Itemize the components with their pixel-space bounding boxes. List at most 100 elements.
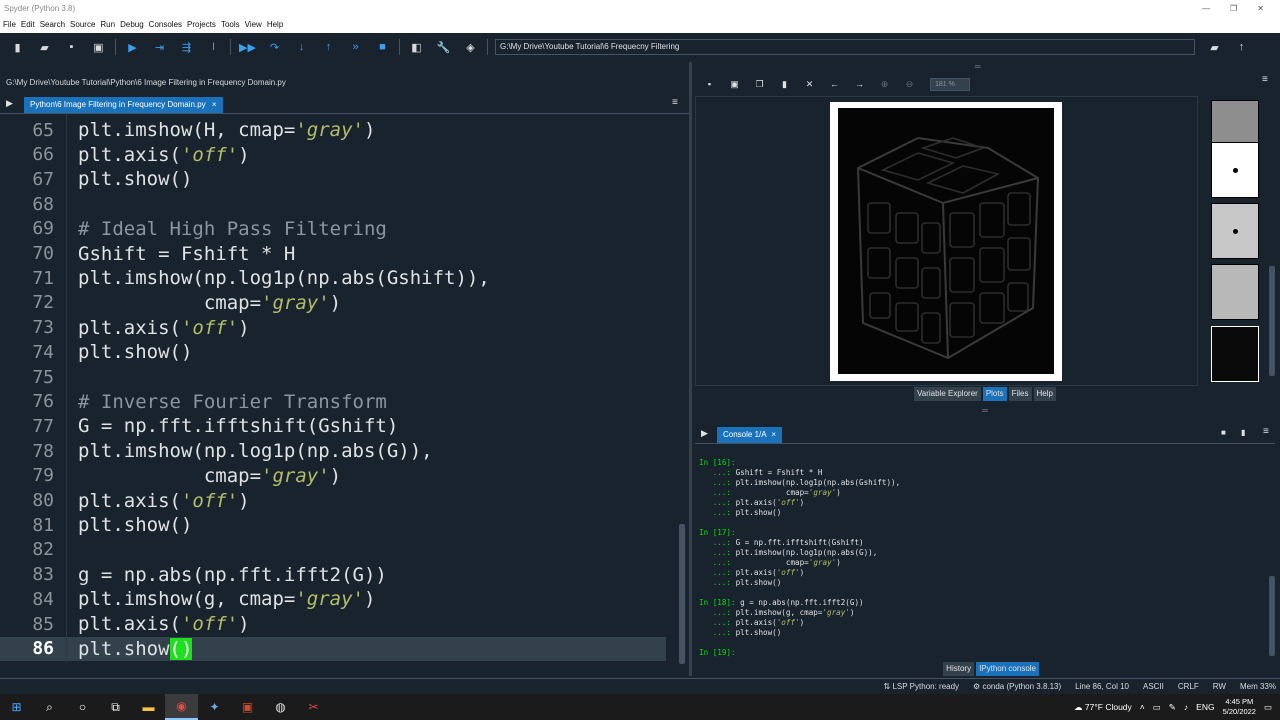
menu-debug[interactable]: Debug xyxy=(120,20,144,29)
remove-all-plots-icon[interactable]: ✕ xyxy=(797,75,822,93)
run-cell-icon[interactable]: ⇥ xyxy=(146,36,173,58)
parent-directory-icon[interactable]: ↑ xyxy=(1228,36,1255,58)
next-plot-icon[interactable]: → xyxy=(847,75,872,93)
thumbnail-4[interactable] xyxy=(1211,264,1259,320)
network-icon[interactable]: ▭ xyxy=(1153,702,1161,713)
menu-source[interactable]: Source xyxy=(70,20,95,29)
dock-handle[interactable]: ═ xyxy=(975,62,981,71)
step-into-icon[interactable]: ↓ xyxy=(288,36,315,58)
save-plot-icon[interactable]: ▪ xyxy=(697,75,722,93)
console-menu-icon[interactable]: ▮ xyxy=(1241,428,1245,437)
new-file-icon[interactable]: ▮ xyxy=(4,36,31,58)
powerpoint-icon[interactable]: ▣ xyxy=(231,694,264,720)
open-folder-icon[interactable]: ▰ xyxy=(31,36,58,58)
console-prompt: In [18]: xyxy=(699,598,736,607)
zoom-out-icon[interactable]: ⊖ xyxy=(897,75,922,93)
chrome-icon[interactable]: ◉ xyxy=(165,694,198,720)
thumbnail-2[interactable] xyxy=(1211,142,1259,198)
thumbnail-3[interactable] xyxy=(1211,203,1259,259)
menu-search[interactable]: Search xyxy=(40,20,65,29)
zoom-in-icon[interactable]: ⊕ xyxy=(872,75,897,93)
ipython-console[interactable]: In [16]: ...: Gshift = Fshift * H ...: p… xyxy=(695,448,1265,658)
scrollbar-thumb[interactable] xyxy=(679,524,685,664)
weather-widget[interactable]: ☁ 77°F Cloudy xyxy=(1074,702,1132,713)
run-icon[interactable]: ▶ xyxy=(119,36,146,58)
menu-edit[interactable]: Edit xyxy=(21,20,35,29)
code-token: G = np.fft.ifftshift(Gshift) xyxy=(78,415,399,438)
console-tab[interactable]: Console 1/A × xyxy=(717,427,783,443)
editor-file-path: G:\My Drive\Youtube Tutorial\Python\6 Im… xyxy=(6,78,286,87)
menu-help[interactable]: Help xyxy=(267,20,283,29)
menu-projects[interactable]: Projects xyxy=(187,20,216,29)
pane-splitter[interactable] xyxy=(689,62,692,676)
menu-run[interactable]: Run xyxy=(100,20,115,29)
clock[interactable]: 4:45 PM 5/20/2022 xyxy=(1223,697,1256,717)
cortana-icon[interactable]: ○ xyxy=(66,694,99,720)
preferences-icon[interactable]: 🔧 xyxy=(430,36,457,58)
editor-options-icon[interactable]: ≡ xyxy=(672,97,678,108)
code-token: # Ideal High Pass Filtering xyxy=(78,217,387,240)
notifications-icon[interactable]: ▭ xyxy=(1264,702,1272,713)
file-explorer-icon[interactable]: ▬ xyxy=(132,694,165,720)
code-token: plt.imshow(np.log1p(np.abs(Gshift)), xyxy=(78,267,490,290)
chevron-up-icon[interactable]: ˄ xyxy=(1140,702,1145,712)
close-console-icon[interactable]: × xyxy=(771,430,776,439)
start-icon[interactable]: ⊞ xyxy=(0,694,33,720)
copy-plot-icon[interactable]: ❐ xyxy=(747,75,772,93)
menu-consoles[interactable]: Consoles xyxy=(149,20,182,29)
python-path-icon[interactable]: ◈ xyxy=(457,36,484,58)
spyder-icon[interactable]: ✦ xyxy=(198,694,231,720)
step-return-icon[interactable]: ↑ xyxy=(315,36,342,58)
restore-button[interactable]: ❐ xyxy=(1230,4,1237,13)
run-cell-advance-icon[interactable]: ⇶ xyxy=(173,36,200,58)
thumbnail-scrollbar[interactable] xyxy=(1268,96,1276,386)
menu-file[interactable]: File xyxy=(3,20,16,29)
tab-ipython-console[interactable]: IPython console xyxy=(976,662,1039,676)
maximize-pane-icon[interactable]: ◧ xyxy=(403,36,430,58)
previous-plot-icon[interactable]: ← xyxy=(822,75,847,93)
scrollbar-thumb[interactable] xyxy=(1269,266,1275,376)
console-line: ...: plt.show() xyxy=(699,508,782,518)
remove-plot-icon[interactable]: ▮ xyxy=(772,75,797,93)
debug-icon[interactable]: ▶▶ xyxy=(234,36,261,58)
tab-help[interactable]: Help xyxy=(1033,387,1056,401)
console-options-icon[interactable]: ≡ xyxy=(1263,426,1269,437)
menu-view[interactable]: View xyxy=(245,20,262,29)
browse-console-tabs-icon[interactable]: ▶ xyxy=(701,428,708,439)
tab-plots[interactable]: Plots xyxy=(982,387,1007,401)
menu-tools[interactable]: Tools xyxy=(221,20,240,29)
tab-history[interactable]: History xyxy=(943,662,975,676)
volume-icon[interactable]: ♪ xyxy=(1184,702,1188,712)
tab-variable-explorer[interactable]: Variable Explorer xyxy=(914,387,981,401)
save-icon[interactable]: ▪ xyxy=(58,36,85,58)
step-over-icon[interactable]: ↷ xyxy=(261,36,288,58)
working-directory-input[interactable]: G:\My Drive\Youtube Tutorial\6 Frequecny… xyxy=(495,39,1195,55)
language-indicator[interactable]: ENG xyxy=(1196,702,1214,712)
continue-icon[interactable]: » xyxy=(342,36,369,58)
scrollbar-thumb[interactable] xyxy=(1269,576,1275,656)
stop-debug-icon[interactable]: ■ xyxy=(369,36,396,58)
editor-scrollbar[interactable] xyxy=(678,114,686,664)
environment-status[interactable]: ⚙ conda (Python 3.8.13) xyxy=(973,682,1061,691)
snipping-tool-icon[interactable]: ✂ xyxy=(297,694,330,720)
minimize-button[interactable]: — xyxy=(1202,4,1210,13)
close-button[interactable]: ✕ xyxy=(1257,4,1264,13)
save-all-plots-icon[interactable]: ▣ xyxy=(722,75,747,93)
task-view-icon[interactable]: ⧉ xyxy=(99,694,132,720)
close-tab-icon[interactable]: × xyxy=(212,100,217,109)
dock-handle[interactable]: ═ xyxy=(695,406,1275,416)
save-all-icon[interactable]: ▣ xyxy=(85,36,112,58)
pen-icon[interactable]: ✎ xyxy=(1169,702,1176,713)
stop-kernel-icon[interactable]: ■ xyxy=(1221,428,1226,437)
code-editor[interactable]: 65 plt.imshow(H, cmap='gray') 66 plt.axis('… xyxy=(0,114,676,672)
thumbnail-5[interactable] xyxy=(1211,326,1259,382)
browse-tabs-icon[interactable]: ▶ xyxy=(6,98,13,109)
console-scrollbar[interactable] xyxy=(1268,448,1276,660)
tab-files[interactable]: Files xyxy=(1008,387,1032,401)
run-selection-icon[interactable]: I xyxy=(200,36,227,58)
obs-icon[interactable]: ◍ xyxy=(264,694,297,720)
search-icon[interactable]: ⌕ xyxy=(33,694,66,720)
editor-tab[interactable]: Python\6 Image Filtering in Frequency Do… xyxy=(24,97,223,113)
rubiks-cube-edge-image xyxy=(856,136,1040,360)
browse-folder-icon[interactable]: ▰ xyxy=(1201,36,1228,58)
